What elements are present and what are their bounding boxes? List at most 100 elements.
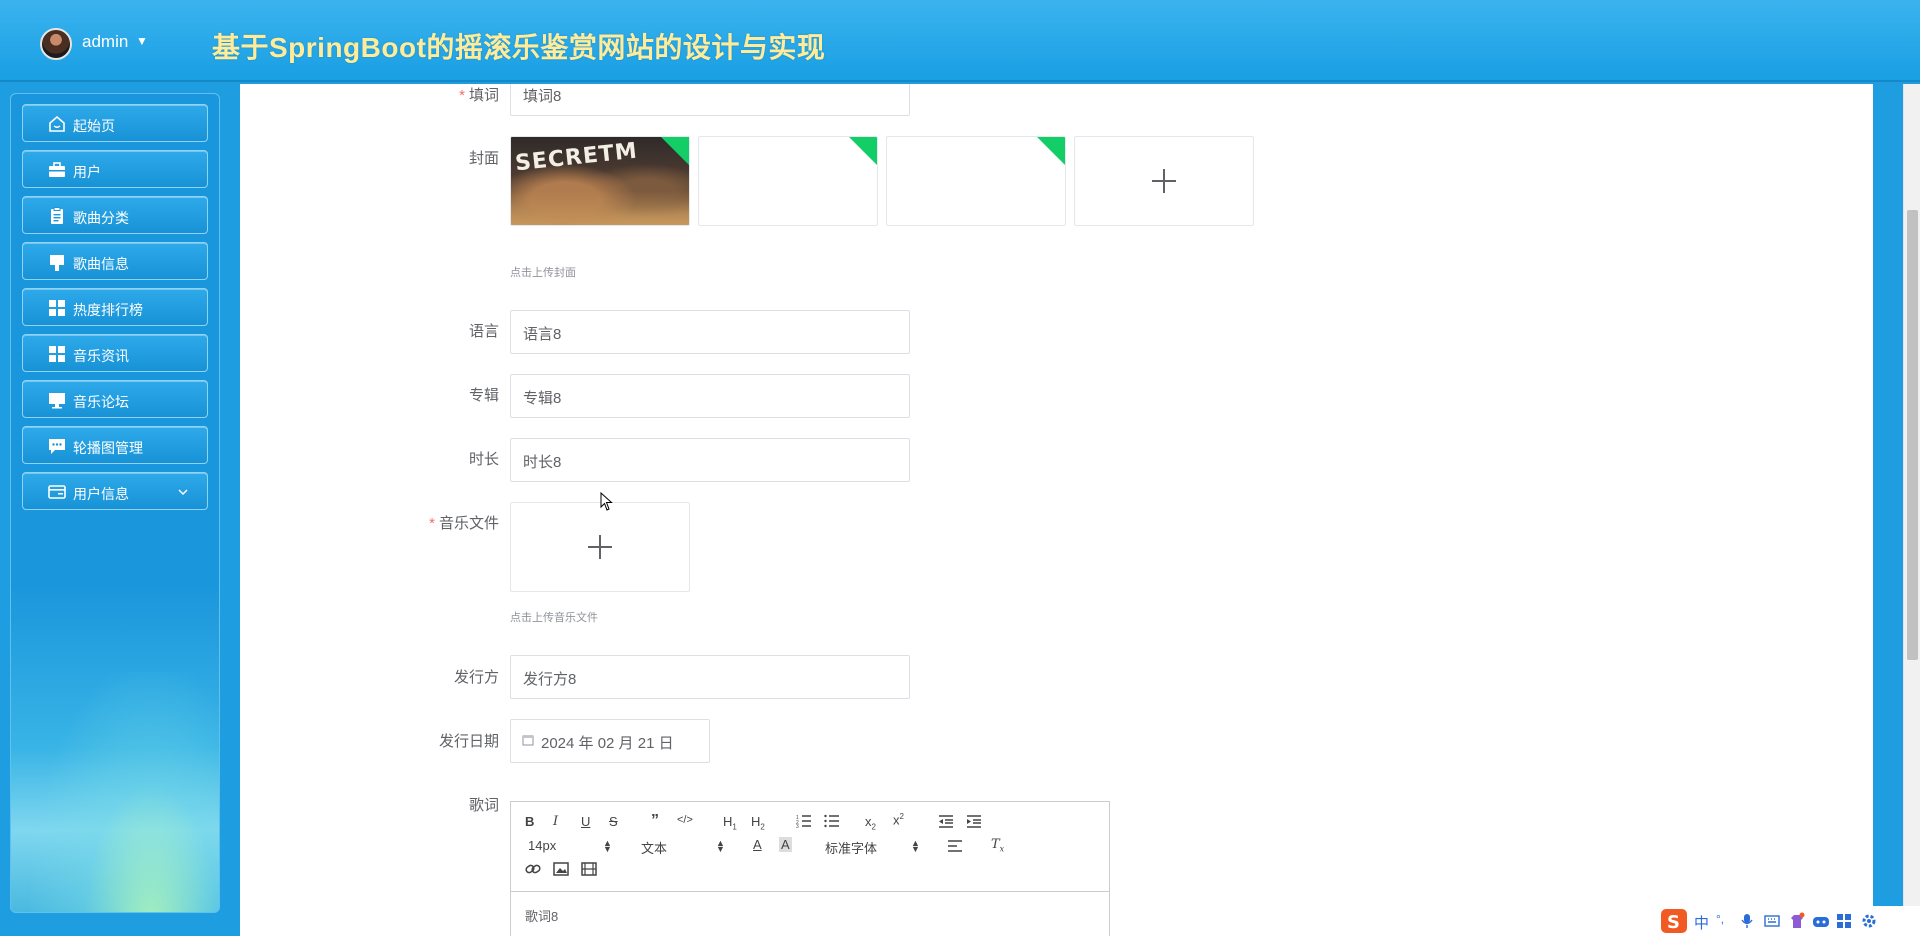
cover-image-card[interactable]: ✓ [698,136,878,226]
updown-arrow-icon: ▼ [911,844,920,854]
chevron-down-icon [178,489,188,496]
plus-icon [588,535,612,559]
outdent-icon[interactable] [938,814,954,828]
music-file-upload-button[interactable] [510,502,690,592]
sidebar-item-music-news[interactable]: 音乐资讯 [22,334,208,372]
svg-text:3: 3 [796,824,799,828]
bullet-list-icon[interactable] [824,814,840,828]
sidebar-item-music-forum[interactable]: 音乐论坛 [22,380,208,418]
sidebar-item-label: 音乐资讯 [73,348,129,364]
background-color-icon[interactable]: A [779,837,792,852]
sidebar-item-users[interactable]: 用户 [22,150,208,188]
music-file-label: * 音乐文件 [429,515,499,532]
release-date-value: 2024 年 02 月 21 日 [541,735,674,752]
indent-icon[interactable] [966,814,982,828]
keyboard-icon[interactable] [1764,914,1780,928]
link-icon[interactable] [525,862,541,876]
sidebar-item-hot-ranking[interactable]: 热度排行榜 [22,288,208,326]
sidebar-item-label: 轮播图管理 [73,440,143,456]
sidebar-item-label: 用户信息 [73,486,129,502]
header-select[interactable]: 文本 [641,838,667,857]
sidebar-item-label: 音乐论坛 [73,394,129,410]
superscript-icon[interactable]: x2 [893,812,904,827]
ordered-list-icon[interactable]: 123 [796,814,812,828]
grid-icon [49,300,65,316]
sidebar-item-carousel[interactable]: 轮播图管理 [22,426,208,464]
mouse-cursor-icon [600,492,613,511]
strikethrough-icon[interactable]: S [609,814,618,829]
language-label: 语言 [468,323,499,340]
release-date-picker[interactable]: 2024 年 02 月 21 日 [510,719,710,763]
font-color-icon[interactable]: A [753,837,762,852]
updown-arrow-icon: ▼ [716,844,725,854]
underline-icon[interactable]: U [581,814,590,829]
duration-input[interactable]: 时长8 [510,438,910,482]
editor-content[interactable]: 歌词8 [525,906,558,925]
microphone-icon[interactable] [1740,913,1754,929]
sidebar-item-song-category[interactable]: 歌曲分类 [22,196,208,234]
lyricist-label: * 填词 [459,87,499,104]
clear-format-icon[interactable]: Tx [991,837,1004,854]
caret-down-icon[interactable]: ▼ [136,34,148,48]
image-icon[interactable] [553,862,569,876]
editor-toolbar: B I U S ” </> H1 H2 123 x2 x2 14px ▲ ▼ 文… [511,802,1109,892]
font-size-select[interactable]: 14px [528,838,556,853]
video-icon[interactable] [581,862,597,876]
duration-label: 时长 [468,451,499,468]
sidebar-item-label: 用户 [73,164,101,180]
ime-punct[interactable]: °, [1716,912,1724,926]
monitor-icon [49,393,65,409]
sidebar-item-home[interactable]: 起始页 [22,104,208,142]
blockquote-icon[interactable]: ” [651,812,659,830]
sidebar-item-label: 歌曲分类 [73,210,129,226]
publisher-input[interactable]: 发行方8 [510,655,910,699]
clipboard-icon [51,207,63,224]
user-name[interactable]: admin [82,32,128,52]
font-family-select[interactable]: 标准字体 [825,838,877,857]
album-input[interactable]: 专辑8 [510,374,910,418]
cover-upload-tip: 点击上传封面 [510,267,576,279]
ime-mode[interactable]: 中 [1694,912,1709,933]
music-file-upload-tip: 点击上传音乐文件 [510,612,598,624]
settings-gear-icon[interactable] [1860,912,1878,930]
sidebar-item-label: 歌曲信息 [73,256,129,272]
top-header: admin ▼ 基于SpringBoot的摇滚乐鉴赏网站的设计与实现 [0,0,1920,82]
lyricist-input[interactable]: 填词8 [510,84,910,116]
align-icon[interactable] [947,840,963,852]
home-icon [49,115,65,132]
lyrics-rich-editor: B I U S ” </> H1 H2 123 x2 x2 14px ▲ ▼ 文… [510,801,1110,936]
updown-arrow-icon: ▼ [603,844,612,854]
language-input[interactable]: 语言8 [510,310,910,354]
scrollbar-thumb[interactable] [1907,210,1918,660]
cover-image-card[interactable]: ✓ [886,136,1066,226]
sogou-logo-icon[interactable]: S [1660,908,1688,934]
briefcase-icon [49,162,65,177]
sidebar-item-user-info[interactable]: 用户信息 [22,472,208,510]
heading1-icon[interactable]: H1 [723,814,737,832]
page-scrollbar[interactable] [1903,84,1920,936]
album-label: 专辑 [468,387,499,404]
release-date-label: 发行日期 [438,733,499,750]
sidebar-glow [31,672,219,912]
upload-success-tag: ✓ [1031,137,1065,168]
avatar[interactable] [40,28,72,60]
code-block-icon[interactable]: </> [677,814,693,826]
main-form-area: *填词 填词8 封面 SECRETM ✓ ✓ ✓ 点击上传封面 语言 语言8 专… [240,84,1873,936]
publisher-label: 发行方 [453,669,499,686]
subscript-icon[interactable]: x2 [865,814,876,832]
cover-image-card[interactable]: SECRETM ✓ [510,136,690,226]
skin-icon[interactable] [1788,912,1806,930]
brush-icon [50,255,64,271]
ime-toolbar: S 中 °, [1660,906,1920,936]
bold-icon[interactable]: B [525,814,534,829]
sidebar-item-label: 热度排行榜 [73,302,143,318]
heading2-icon[interactable]: H2 [751,814,765,832]
cover-label: 封面 [468,150,499,167]
apps-grid-icon[interactable] [1836,913,1852,929]
app-title: 基于SpringBoot的摇滚乐鉴赏网站的设计与实现 [212,32,826,63]
italic-icon[interactable]: I [553,814,558,829]
toolbox-icon[interactable] [1812,913,1830,929]
sidebar-item-song-info[interactable]: 歌曲信息 [22,242,208,280]
cover-upload-button[interactable] [1074,136,1254,226]
calendar-icon [522,735,534,746]
